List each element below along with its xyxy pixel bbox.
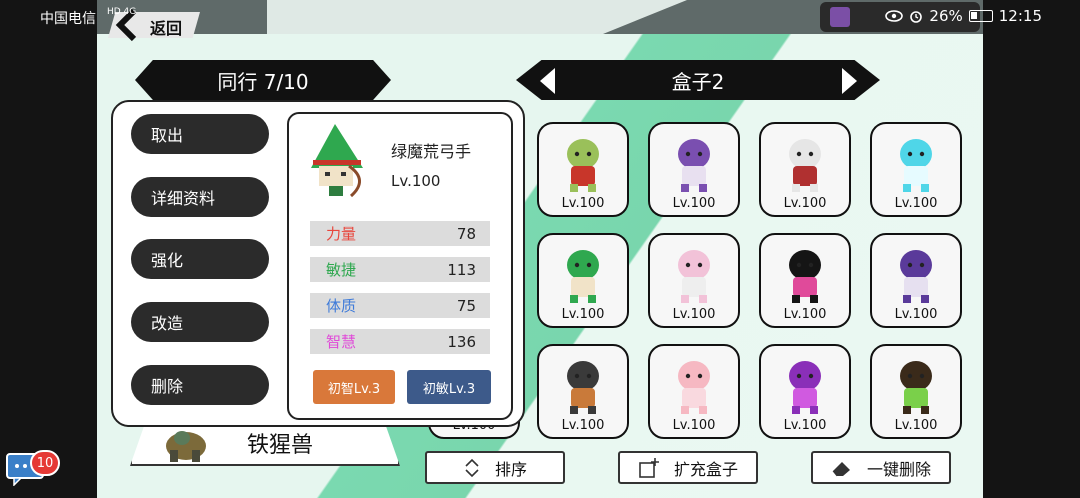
monster-card[interactable]: Lv.100 bbox=[759, 344, 851, 439]
modify-button[interactable]: 改造 bbox=[131, 302, 269, 342]
dark-samurai-icon bbox=[567, 361, 599, 414]
clock: 12:15 bbox=[998, 7, 1042, 25]
monster-level: Lv.100 bbox=[561, 196, 605, 211]
monster-level: Lv.100 bbox=[783, 307, 827, 322]
skull-pink-brute-icon bbox=[678, 250, 710, 303]
stat-row-agility: 敏捷 113 bbox=[310, 257, 490, 282]
sort-label: 排序 bbox=[494, 459, 527, 479]
monster-detail-panel: 绿魔荒弓手 Lv.100 力量 78 敏捷 113 体质 75 智慧 136 初… bbox=[287, 112, 513, 420]
monster-card[interactable]: Lv.100 bbox=[870, 344, 962, 439]
monster-card[interactable]: Lv.100 bbox=[648, 344, 740, 439]
stat-value: 136 bbox=[447, 332, 476, 351]
stat-row-strength: 力量 78 bbox=[310, 221, 490, 246]
status-right: 26% 12:15 bbox=[885, 7, 1042, 25]
monster-level: Lv.100 bbox=[561, 307, 605, 322]
delete-button[interactable]: 删除 bbox=[131, 365, 269, 405]
monster-card[interactable]: Lv.100 bbox=[648, 122, 740, 217]
iron-ape-icon bbox=[166, 431, 206, 462]
back-label[interactable]: 返回 bbox=[150, 15, 182, 39]
sort-button[interactable]: 排序 bbox=[425, 451, 565, 484]
stat-value: 75 bbox=[456, 296, 476, 315]
monster-level: Lv.100 bbox=[391, 172, 441, 190]
black-feather-witch-icon bbox=[789, 250, 821, 303]
monster-level: Lv.100 bbox=[672, 418, 716, 433]
purple-cube-robot-icon bbox=[789, 361, 821, 414]
monster-card[interactable]: Lv.100 bbox=[648, 233, 740, 328]
stat-label: 智慧 bbox=[326, 333, 357, 351]
screen: 中国电信 HD 4G 26% 12:15 返回 同行 7/10 盒子2 Lv.1… bbox=[0, 0, 1080, 498]
monster-level: Lv.100 bbox=[894, 196, 938, 211]
green-goblin-archer-icon bbox=[311, 124, 363, 198]
alarm-icon bbox=[910, 11, 923, 23]
goblin-mace-icon bbox=[567, 139, 599, 192]
delete-all-label: 一键删除 bbox=[866, 459, 931, 479]
monster-card[interactable]: Lv.100 bbox=[870, 233, 962, 328]
expand-box-label: 扩充盒子 bbox=[673, 459, 738, 479]
green-fairy-icon bbox=[900, 361, 932, 414]
stat-label: 敏捷 bbox=[326, 261, 357, 279]
stat-value: 78 bbox=[456, 224, 476, 243]
selected-beast-name[interactable]: 铁猩兽 bbox=[247, 427, 313, 459]
details-button[interactable]: 详细资料 bbox=[131, 177, 269, 217]
box-header: 盒子2 bbox=[516, 60, 880, 100]
monster-level: Lv.100 bbox=[894, 418, 938, 433]
next-box-arrow-icon[interactable] bbox=[842, 68, 857, 94]
monster-card[interactable]: Lv.100 bbox=[759, 233, 851, 328]
monster-card[interactable]: Lv.100 bbox=[537, 122, 629, 217]
monster-card[interactable]: Lv.100 bbox=[870, 122, 962, 217]
delete-all-button[interactable]: 一键删除 bbox=[811, 451, 951, 484]
eraser-icon bbox=[832, 461, 850, 476]
monster-name: 绿魔荒弓手 bbox=[391, 142, 472, 161]
monster-level: Lv.100 bbox=[672, 196, 716, 211]
battery-icon bbox=[968, 10, 993, 22]
stat-label: 体质 bbox=[326, 297, 357, 315]
pink-pig-icon bbox=[678, 361, 710, 414]
team-header: 同行 7/10 bbox=[135, 60, 391, 100]
stat-label: 力量 bbox=[326, 225, 357, 243]
white-hair-swordsman-icon bbox=[789, 139, 821, 192]
expand-box-button[interactable]: 扩充盒子 bbox=[618, 451, 758, 484]
skill-badge[interactable]: 初敏Lv.3 bbox=[407, 370, 491, 404]
stat-row-wisdom: 智慧 136 bbox=[310, 329, 490, 354]
add-box-icon bbox=[639, 457, 659, 478]
monster-level: Lv.100 bbox=[783, 418, 827, 433]
enhance-button[interactable]: 强化 bbox=[131, 239, 269, 279]
monster-level: Lv.100 bbox=[894, 307, 938, 322]
skill-badge[interactable]: 初智Lv.3 bbox=[313, 370, 395, 404]
monster-action-popup: 取出 详细资料 强化 改造 删除 绿魔荒弓手 Lv.100 力量 78 敏捷 1… bbox=[111, 100, 525, 427]
battery-percent: 26% bbox=[929, 7, 963, 25]
purple-wizard-icon bbox=[678, 139, 710, 192]
app-shortcut-icon[interactable] bbox=[830, 7, 850, 27]
network-indicator: HD 4G bbox=[107, 7, 137, 17]
purple-reaper-icon bbox=[900, 250, 932, 303]
green-goblin-archer-icon bbox=[567, 250, 599, 303]
monster-level: Lv.100 bbox=[783, 196, 827, 211]
stat-value: 113 bbox=[447, 260, 476, 279]
chat-unread-badge: 10 bbox=[30, 450, 60, 476]
stat-row-constitution: 体质 75 bbox=[310, 293, 490, 318]
monster-card[interactable]: Lv.100 bbox=[537, 233, 629, 328]
monster-level: Lv.100 bbox=[561, 418, 605, 433]
prev-box-arrow-icon[interactable] bbox=[540, 68, 555, 94]
take-out-button[interactable]: 取出 bbox=[131, 114, 269, 154]
ice-spirit-icon bbox=[900, 139, 932, 192]
eye-icon bbox=[885, 10, 904, 22]
monster-card[interactable]: Lv.100 bbox=[537, 344, 629, 439]
monster-level: Lv.100 bbox=[672, 307, 716, 322]
monster-card[interactable]: Lv.100 bbox=[759, 122, 851, 217]
sort-arrows-icon bbox=[465, 458, 479, 477]
carrier-label: 中国电信 bbox=[40, 11, 96, 27]
